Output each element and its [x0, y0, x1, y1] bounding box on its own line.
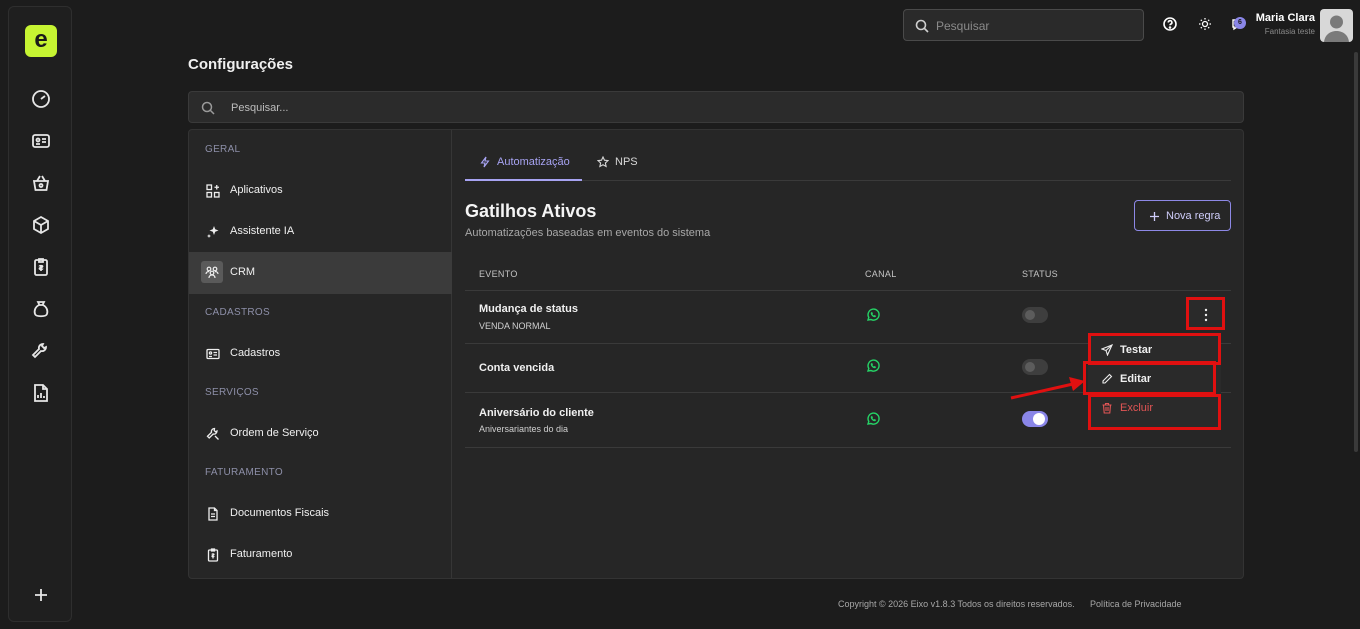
wrench-icon	[205, 426, 221, 442]
apps-icon	[205, 183, 221, 199]
search-icon	[914, 18, 930, 34]
contact-card-icon	[205, 346, 221, 362]
menu-item-label: Excluir	[1120, 402, 1154, 414]
sidebar-item-label: Ordem de Serviço	[230, 427, 319, 439]
tab-nps[interactable]: NPS	[583, 144, 653, 181]
report-icon[interactable]	[29, 381, 53, 405]
row-actions-button[interactable]	[1186, 297, 1225, 330]
sidebar-item-assistente-ia[interactable]: Assistente IA	[189, 211, 452, 253]
sidebar-item-label: Assistente IA	[230, 225, 295, 237]
dashboard-icon[interactable]	[29, 87, 53, 111]
section-subtitle: Automatizações baseadas em eventos do si…	[465, 227, 711, 239]
sidebar-item-aplicativos[interactable]: Aplicativos	[189, 170, 452, 212]
help-icon[interactable]	[1162, 16, 1178, 32]
sidebar-item-label: Documentos Fiscais	[230, 507, 330, 519]
event-name: Conta vencida	[479, 362, 555, 374]
menu-item-label: Editar	[1120, 373, 1152, 385]
app-logo[interactable]: e	[25, 25, 57, 57]
wrench-icon[interactable]	[29, 339, 53, 363]
section-label: FATURAMENTO	[205, 467, 283, 478]
receipt-icon[interactable]	[29, 255, 53, 279]
star-icon	[596, 155, 610, 168]
contact-card-icon[interactable]	[29, 129, 53, 153]
sidebar-item-label: Aplicativos	[230, 184, 283, 196]
settings-search-input[interactable]	[231, 98, 831, 118]
sidebar-item-crm[interactable]: CRM	[189, 252, 452, 294]
toggle-knob	[1025, 310, 1035, 320]
user-name[interactable]: Maria Clara	[1240, 12, 1315, 24]
sidebar-item-label: Cadastros	[230, 347, 281, 359]
toggle-knob	[1033, 413, 1045, 425]
global-search[interactable]	[903, 9, 1144, 41]
receipt-icon	[205, 547, 221, 563]
send-icon	[1100, 343, 1114, 357]
search-icon	[200, 100, 216, 116]
divider	[465, 290, 1231, 291]
plus-icon[interactable]	[29, 583, 53, 607]
money-bag-icon[interactable]	[29, 297, 53, 321]
sidebar-item-documentos-fiscais[interactable]: Documentos Fiscais	[189, 493, 452, 535]
left-rail: e	[8, 6, 72, 622]
menu-item-excluir[interactable]: Excluir	[1088, 393, 1221, 423]
settings-sidebar: GERAL Aplicativos Assistente IA CRM CADA…	[189, 130, 452, 578]
page-title: Configurações	[188, 56, 294, 73]
document-icon	[205, 506, 221, 522]
footer-copyright: Copyright © 2026 Eixo v1.8.3 Todos os di…	[838, 599, 1075, 609]
tab-label: NPS	[615, 156, 638, 168]
sidebar-item-label: Faturamento	[230, 548, 293, 560]
user-company: Fantasia teste	[1264, 27, 1315, 36]
pencil-icon	[1101, 373, 1113, 385]
plus-icon	[1149, 211, 1160, 222]
sun-icon[interactable]	[1197, 16, 1213, 32]
tab-automatizacao[interactable]: Automatização	[465, 144, 582, 181]
menu-item-testar[interactable]: Testar	[1088, 335, 1221, 365]
event-name: Aniversário do cliente	[479, 407, 594, 419]
page-scrollbar[interactable]	[1354, 52, 1358, 452]
sidebar-item-faturamento[interactable]: Faturamento	[189, 534, 452, 576]
global-search-input[interactable]	[936, 16, 1136, 36]
section-label: GERAL	[205, 144, 241, 155]
menu-item-editar[interactable]: Editar	[1088, 364, 1221, 394]
sidebar-item-ordem-de-servico[interactable]: Ordem de Serviço	[189, 413, 452, 455]
settings-search[interactable]	[188, 91, 1244, 123]
trash-icon	[1101, 402, 1113, 414]
column-header-status: STATUS	[1022, 269, 1058, 279]
basket-icon[interactable]	[29, 171, 53, 195]
users-icon	[201, 261, 223, 283]
sparkles-icon	[205, 224, 221, 240]
whatsapp-icon	[865, 411, 881, 427]
tab-label: Automatização	[497, 156, 570, 168]
annotation-arrow	[1005, 370, 1095, 406]
column-header-evento: EVENTO	[479, 269, 518, 279]
sidebar-item-label: CRM	[230, 266, 256, 278]
whatsapp-icon	[865, 358, 881, 374]
sidebar-item-cadastros[interactable]: Cadastros	[189, 333, 452, 375]
divider	[465, 447, 1231, 448]
lightning-icon	[479, 156, 491, 168]
tab-bar: Automatização NPS	[465, 144, 1231, 181]
status-toggle[interactable]	[1022, 411, 1048, 427]
whatsapp-icon	[865, 307, 881, 323]
row-actions-menu: Testar Editar Excluir	[1088, 333, 1221, 429]
event-detail: Aniversariantes do dia	[479, 424, 569, 434]
package-icon[interactable]	[29, 213, 53, 237]
new-rule-label: Nova regra	[1166, 210, 1221, 222]
privacy-link[interactable]: Política de Privacidade	[1090, 599, 1182, 609]
section-label: CADASTROS	[205, 307, 270, 318]
event-detail: VENDA NORMAL	[479, 321, 551, 331]
status-toggle[interactable]	[1022, 307, 1048, 323]
section-title: Gatilhos Ativos	[465, 201, 597, 221]
avatar[interactable]	[1320, 9, 1353, 42]
kebab-icon	[1203, 308, 1209, 322]
menu-item-label: Testar	[1120, 344, 1153, 356]
column-header-canal: CANAL	[865, 269, 897, 279]
section-label: SERVIÇOS	[205, 387, 259, 398]
event-name: Mudança de status	[479, 303, 579, 315]
new-rule-button[interactable]: Nova regra	[1134, 200, 1231, 231]
settings-panel: GERAL Aplicativos Assistente IA CRM CADA…	[188, 129, 1244, 579]
